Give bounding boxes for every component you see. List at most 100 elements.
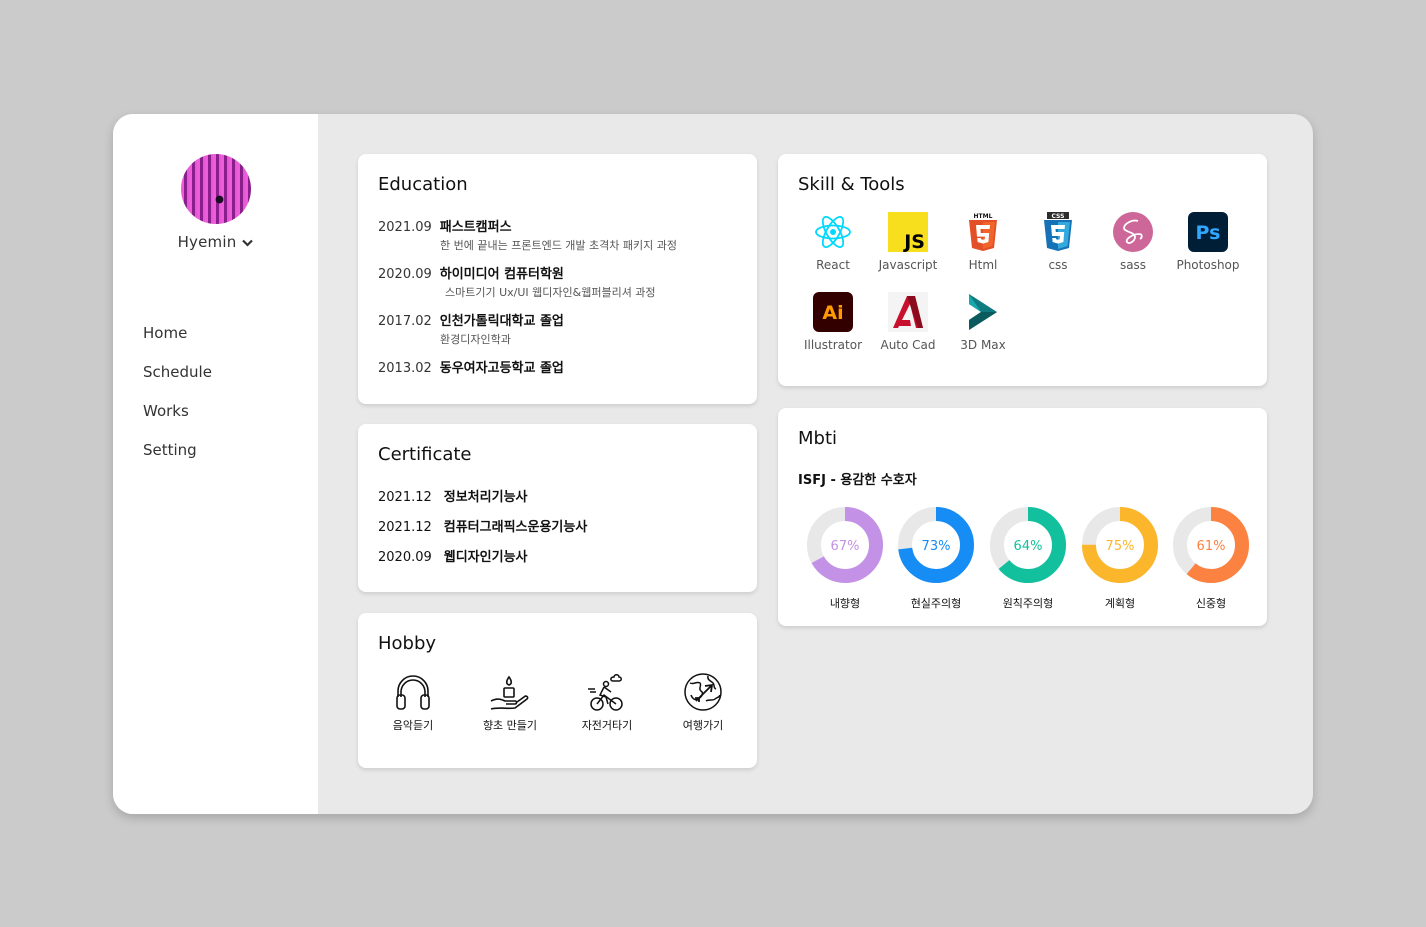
trait-label: 신중형 <box>1195 597 1227 610</box>
skill-label: Photoshop <box>1176 258 1240 272</box>
skill-javascript: JS Javascript <box>870 212 946 272</box>
mbti-type: ISFJ - 용감한 수호자 <box>798 473 917 488</box>
autocad-icon <box>888 292 928 332</box>
education-item: 2013.02 동우여자고등학교 졸업 <box>378 357 564 376</box>
donut-chart: 75% <box>1082 507 1158 583</box>
nav-item-setting[interactable]: Setting <box>143 439 212 478</box>
skills-title: Skill & Tools <box>798 174 905 195</box>
profile-menu[interactable]: Hyemin <box>113 233 318 251</box>
nav-item-works[interactable]: Works <box>143 400 212 439</box>
skill-css: CSS css <box>1020 212 1096 272</box>
donut-percent: 75% <box>1106 539 1135 554</box>
education-desc: 스마트기기 Ux/UI 웹디자인&웹퍼블리셔 과정 <box>445 286 656 299</box>
skill-3dmax: 3D Max <box>945 292 1021 352</box>
education-item: 2020.09 하이미디어 컴퓨터학원 스마트기기 Ux/UI 웹디자인&웹퍼블리… <box>378 263 656 300</box>
hobby-label: 자전거타기 <box>581 719 633 732</box>
donut-percent: 61% <box>1197 539 1226 554</box>
education-item: 2017.02 인천가톨릭대학교 졸업 환경디자인학과 <box>378 310 564 347</box>
mbti-trait: 75% 계획형 <box>1080 505 1160 611</box>
mbti-card: Mbti ISFJ - 용감한 수호자 67% 내향형 73% 현실주의형 64… <box>778 408 1267 626</box>
certificate-year: 2021.12 <box>378 520 432 535</box>
education-item: 2021.09 패스트캠퍼스 한 번에 끝내는 프론트엔드 개발 초격차 패키지 … <box>378 216 677 253</box>
mbti-trait: 73% 현실주의형 <box>896 505 976 611</box>
nav-item-schedule[interactable]: Schedule <box>143 361 212 400</box>
trait-label: 현실주의형 <box>910 597 962 610</box>
sass-icon <box>1113 212 1153 252</box>
certificate-item: 2021.12 컴퓨터그래픽스운용기능사 <box>378 516 587 535</box>
donut-percent: 73% <box>922 539 951 554</box>
donut-percent: 67% <box>831 539 860 554</box>
skill-illustrator: Ai Illustrator <box>795 292 871 352</box>
illustrator-badge-text: Ai <box>822 302 843 324</box>
skill-label: React <box>816 258 850 272</box>
donut-chart: 73% <box>898 507 974 583</box>
education-year: 2020.09 <box>378 267 432 282</box>
education-year: 2013.02 <box>378 361 432 376</box>
skill-label: sass <box>1119 258 1147 272</box>
certificate-title: Certificate <box>378 444 472 465</box>
hobby-item-travel: 여행가기 <box>663 671 743 733</box>
certificate-name: 웹디자인기능사 <box>443 550 528 565</box>
certificate-item: 2020.09 웹디자인기능사 <box>378 546 528 565</box>
skill-label: Javascript <box>878 258 938 272</box>
skill-photoshop: Ps Photoshop <box>1170 212 1246 272</box>
chevron-down-icon[interactable] <box>242 237 254 250</box>
mbti-title: Mbti <box>798 428 838 449</box>
skill-label: Html <box>968 258 998 272</box>
react-icon <box>813 212 853 252</box>
skill-html: HTML Html <box>945 212 1021 272</box>
html5-badge-text: HTML <box>974 213 993 220</box>
education-name: 동우여자고등학교 졸업 <box>439 361 564 376</box>
certificate-name: 정보처리기능사 <box>443 490 528 505</box>
certificate-name: 컴퓨터그래픽스운용기능사 <box>443 520 588 535</box>
nav-menu: Home Schedule Works Setting <box>143 322 212 478</box>
css3-icon: CSS <box>1038 212 1078 252</box>
hobby-item-candle: 향초 만들기 <box>470 671 550 733</box>
donut-chart: 67% <box>807 507 883 583</box>
skill-label: Illustrator <box>803 338 863 352</box>
trait-label: 계획형 <box>1104 597 1136 610</box>
photoshop-badge-text: Ps <box>1196 222 1221 244</box>
trait-label: 내향형 <box>829 597 861 610</box>
skills-card: Skill & Tools React JS Javascript HTML H… <box>778 154 1267 386</box>
mbti-trait: 61% 신중형 <box>1171 505 1251 611</box>
donut-chart: 64% <box>990 507 1066 583</box>
globe-plane-icon <box>663 671 743 713</box>
skill-autocad: Auto Cad <box>870 292 946 352</box>
trait-label: 원칙주의형 <box>1002 597 1054 610</box>
app-window: Hyemin Home Schedule Works Setting Educa… <box>113 114 1313 814</box>
certificate-item: 2021.12 정보처리기능사 <box>378 486 528 505</box>
javascript-badge-text: JS <box>902 231 925 252</box>
education-card: Education 2021.09 패스트캠퍼스 한 번에 끝내는 프론트엔드 개… <box>358 154 757 404</box>
donut-chart: 61% <box>1173 507 1249 583</box>
skill-react: React <box>795 212 871 272</box>
photoshop-icon: Ps <box>1188 212 1228 252</box>
sidebar: Hyemin Home Schedule Works Setting <box>113 114 318 814</box>
nav-item-home[interactable]: Home <box>143 322 212 361</box>
education-year: 2021.09 <box>378 220 432 235</box>
hobby-label: 향초 만들기 <box>482 719 538 732</box>
hobby-label: 여행가기 <box>682 719 724 732</box>
mbti-trait: 67% 내향형 <box>805 505 885 611</box>
javascript-icon: JS <box>888 212 928 252</box>
education-name: 패스트캠퍼스 <box>439 220 512 235</box>
avatar[interactable] <box>181 154 251 224</box>
css3-badge-text: CSS <box>1052 213 1065 220</box>
mbti-trait: 64% 원칙주의형 <box>988 505 1068 611</box>
skill-label: Auto Cad <box>880 338 936 352</box>
hobby-title: Hobby <box>378 633 437 654</box>
hobby-label: 음악듣기 <box>392 719 434 732</box>
skill-sass: sass <box>1095 212 1171 272</box>
bicycle-icon <box>567 671 647 713</box>
3dsmax-icon <box>963 292 1003 332</box>
skill-label: css <box>1048 258 1068 272</box>
education-desc: 한 번에 끝내는 프론트엔드 개발 초격차 패키지 과정 <box>440 239 677 252</box>
certificate-year: 2021.12 <box>378 490 432 505</box>
hobby-item-bicycle: 자전거타기 <box>567 671 647 733</box>
education-desc: 환경디자인학과 <box>440 333 511 346</box>
donut-percent: 64% <box>1014 539 1043 554</box>
education-year: 2017.02 <box>378 314 432 329</box>
certificate-year: 2020.09 <box>378 550 432 565</box>
skill-label: 3D Max <box>960 338 1006 352</box>
headphones-icon <box>373 671 453 713</box>
